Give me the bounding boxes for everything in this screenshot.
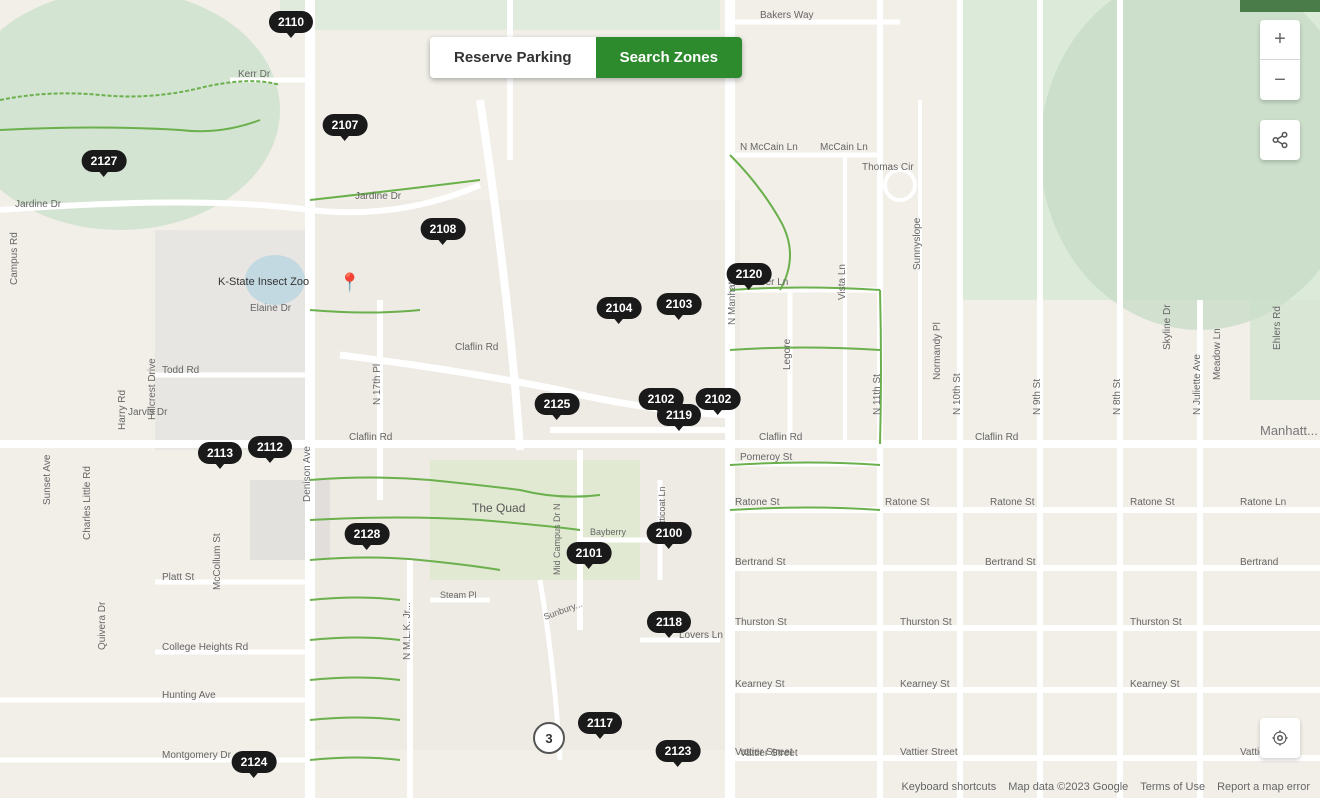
svg-text:Platt St: Platt St bbox=[162, 572, 194, 583]
svg-text:Bertrand St: Bertrand St bbox=[985, 557, 1036, 568]
marker-2110[interactable]: 2110 bbox=[269, 11, 313, 33]
svg-text:Denison Ave: Denison Ave bbox=[302, 446, 313, 502]
marker-2104[interactable]: 2104 bbox=[597, 297, 642, 319]
marker-2107[interactable]: 2107 bbox=[323, 114, 368, 136]
svg-text:The Quad: The Quad bbox=[472, 501, 525, 515]
marker-2127[interactable]: 2127 bbox=[82, 150, 127, 172]
marker-2120[interactable]: 2120 bbox=[727, 263, 772, 285]
marker-2108[interactable]: 2108 bbox=[421, 218, 466, 240]
map-data-text: Map data ©2023 Google bbox=[1008, 781, 1128, 793]
location-button[interactable] bbox=[1260, 718, 1300, 758]
terms-of-use-link[interactable]: Terms of Use bbox=[1140, 781, 1205, 793]
kstate-zoo-pin[interactable]: 📍 bbox=[339, 273, 361, 294]
svg-text:Harry Rd: Harry Rd bbox=[117, 390, 128, 430]
zoom-controls: + − bbox=[1260, 20, 1300, 100]
search-zones-button[interactable]: Search Zones bbox=[596, 37, 742, 78]
svg-text:Ehlers Rd: Ehlers Rd bbox=[1272, 306, 1283, 350]
svg-text:Kearney St: Kearney St bbox=[735, 679, 785, 690]
svg-text:Thurston St: Thurston St bbox=[735, 617, 787, 628]
svg-text:Charles Little Rd: Charles Little Rd bbox=[82, 466, 93, 540]
marker-2128[interactable]: 2128 bbox=[345, 523, 390, 545]
marker-2117[interactable]: 2117 bbox=[578, 712, 622, 734]
svg-text:Claflin Rd: Claflin Rd bbox=[455, 342, 498, 353]
svg-text:Elaine Dr: Elaine Dr bbox=[250, 303, 292, 314]
svg-text:McCain Ln: McCain Ln bbox=[820, 142, 868, 153]
svg-text:Thomas Cir: Thomas Cir bbox=[862, 162, 914, 173]
svg-text:Mid Campus Dr N: Mid Campus Dr N bbox=[552, 503, 562, 575]
svg-text:Vista Ln: Vista Ln bbox=[837, 264, 848, 300]
svg-text:Montgomery Dr: Montgomery Dr bbox=[162, 750, 232, 761]
svg-text:Normandy Pl: Normandy Pl bbox=[932, 322, 943, 380]
marker-2102b[interactable]: 2102 bbox=[696, 388, 741, 410]
svg-text:Bayberry: Bayberry bbox=[590, 527, 627, 537]
svg-text:Meadow Ln: Meadow Ln bbox=[1212, 328, 1223, 380]
report-error-link[interactable]: Report a map error bbox=[1217, 781, 1310, 793]
zoom-out-button[interactable]: − bbox=[1260, 60, 1300, 100]
svg-text:Manhatt...: Manhatt... bbox=[1260, 423, 1318, 438]
svg-text:Quivera Dr: Quivera Dr bbox=[97, 601, 108, 650]
svg-text:Ratone St: Ratone St bbox=[1130, 497, 1175, 508]
reserve-parking-button[interactable]: Reserve Parking bbox=[430, 37, 596, 78]
svg-text:Todd Rd: Todd Rd bbox=[162, 365, 199, 376]
bottom-bar: Keyboard shortcuts Map data ©2023 Google… bbox=[0, 776, 1320, 798]
svg-text:N 8th St: N 8th St bbox=[1112, 379, 1123, 415]
svg-text:N McCain Ln: N McCain Ln bbox=[740, 142, 798, 153]
svg-text:Claflin Rd: Claflin Rd bbox=[759, 432, 802, 443]
svg-text:K-State Insect Zoo: K-State Insect Zoo bbox=[218, 276, 309, 288]
svg-text:N 9th St: N 9th St bbox=[1032, 379, 1043, 415]
svg-text:N 17th Pl: N 17th Pl bbox=[372, 364, 383, 405]
svg-text:Vattier Street: Vattier Street bbox=[900, 747, 958, 758]
green-accent bbox=[1240, 0, 1320, 12]
svg-text:Claflin Rd: Claflin Rd bbox=[349, 432, 392, 443]
marker-2118[interactable]: 2118 bbox=[647, 611, 691, 633]
svg-text:Steam Pl: Steam Pl bbox=[440, 590, 477, 600]
svg-text:Hunting Ave: Hunting Ave bbox=[162, 690, 216, 701]
svg-text:Ratone St: Ratone St bbox=[990, 497, 1035, 508]
svg-text:Jarvis Dr: Jarvis Dr bbox=[128, 407, 168, 418]
svg-text:Pomeroy St: Pomeroy St bbox=[740, 452, 792, 463]
map-container: Bakers Way Kerr Dr Jardine Dr Jardine Dr… bbox=[0, 0, 1320, 798]
svg-text:N Juliette Ave: N Juliette Ave bbox=[1192, 354, 1203, 415]
marker-2124[interactable]: 2124 bbox=[232, 751, 277, 773]
svg-text:Kerr Dr: Kerr Dr bbox=[238, 69, 271, 80]
marker-2101[interactable]: 2101 bbox=[567, 542, 612, 564]
svg-text:Skyline Dr: Skyline Dr bbox=[1162, 304, 1173, 350]
svg-text:College Heights Rd: College Heights Rd bbox=[162, 642, 248, 653]
svg-text:Sunset Ave: Sunset Ave bbox=[42, 454, 53, 505]
cluster-marker[interactable]: 3 bbox=[533, 722, 565, 754]
share-button[interactable] bbox=[1260, 120, 1300, 160]
marker-2103[interactable]: 2103 bbox=[657, 293, 702, 315]
marker-2125[interactable]: 2125 bbox=[535, 393, 580, 415]
svg-text:Kearney St: Kearney St bbox=[900, 679, 950, 690]
svg-text:Bertrand: Bertrand bbox=[1240, 557, 1278, 568]
toggle-bar: Reserve Parking Search Zones bbox=[430, 37, 742, 78]
svg-text:Bakers Way: Bakers Way bbox=[760, 10, 814, 21]
svg-text:Jardine Dr: Jardine Dr bbox=[355, 191, 402, 202]
svg-text:Kearney St: Kearney St bbox=[1130, 679, 1180, 690]
svg-text:N M.L.K. Jr...: N M.L.K. Jr... bbox=[402, 602, 413, 660]
svg-text:N 10th St: N 10th St bbox=[952, 373, 963, 415]
svg-text:Lovers Ln: Lovers Ln bbox=[679, 630, 723, 641]
marker-2119[interactable]: 2119 bbox=[657, 404, 701, 426]
marker-2100[interactable]: 2100 bbox=[647, 522, 692, 544]
svg-text:Bertrand St: Bertrand St bbox=[735, 557, 786, 568]
svg-text:N 11th St: N 11th St bbox=[872, 374, 883, 415]
zoom-in-button[interactable]: + bbox=[1260, 20, 1300, 60]
svg-text:Ratone St: Ratone St bbox=[735, 497, 780, 508]
svg-text:Ratone Ln: Ratone Ln bbox=[1240, 497, 1286, 508]
marker-2123[interactable]: 2123 bbox=[656, 740, 701, 762]
marker-2112[interactable]: 2112 bbox=[248, 436, 292, 458]
svg-text:Claflin Rd: Claflin Rd bbox=[975, 432, 1018, 443]
svg-text:Ratone St: Ratone St bbox=[885, 497, 930, 508]
svg-text:Thurston St: Thurston St bbox=[900, 617, 952, 628]
marker-2113[interactable]: 2113 bbox=[198, 442, 242, 464]
svg-text:Vattier Street: Vattier Street bbox=[740, 748, 798, 759]
keyboard-shortcuts-link[interactable]: Keyboard shortcuts bbox=[901, 781, 996, 793]
svg-text:Jardine Dr: Jardine Dr bbox=[15, 199, 62, 210]
svg-text:McCollum St: McCollum St bbox=[212, 533, 223, 590]
svg-text:Legore: Legore bbox=[782, 338, 793, 370]
svg-text:Thurston St: Thurston St bbox=[1130, 617, 1182, 628]
svg-text:Sunnyslope: Sunnyslope bbox=[912, 217, 923, 270]
svg-text:Campus Rd: Campus Rd bbox=[9, 232, 20, 285]
